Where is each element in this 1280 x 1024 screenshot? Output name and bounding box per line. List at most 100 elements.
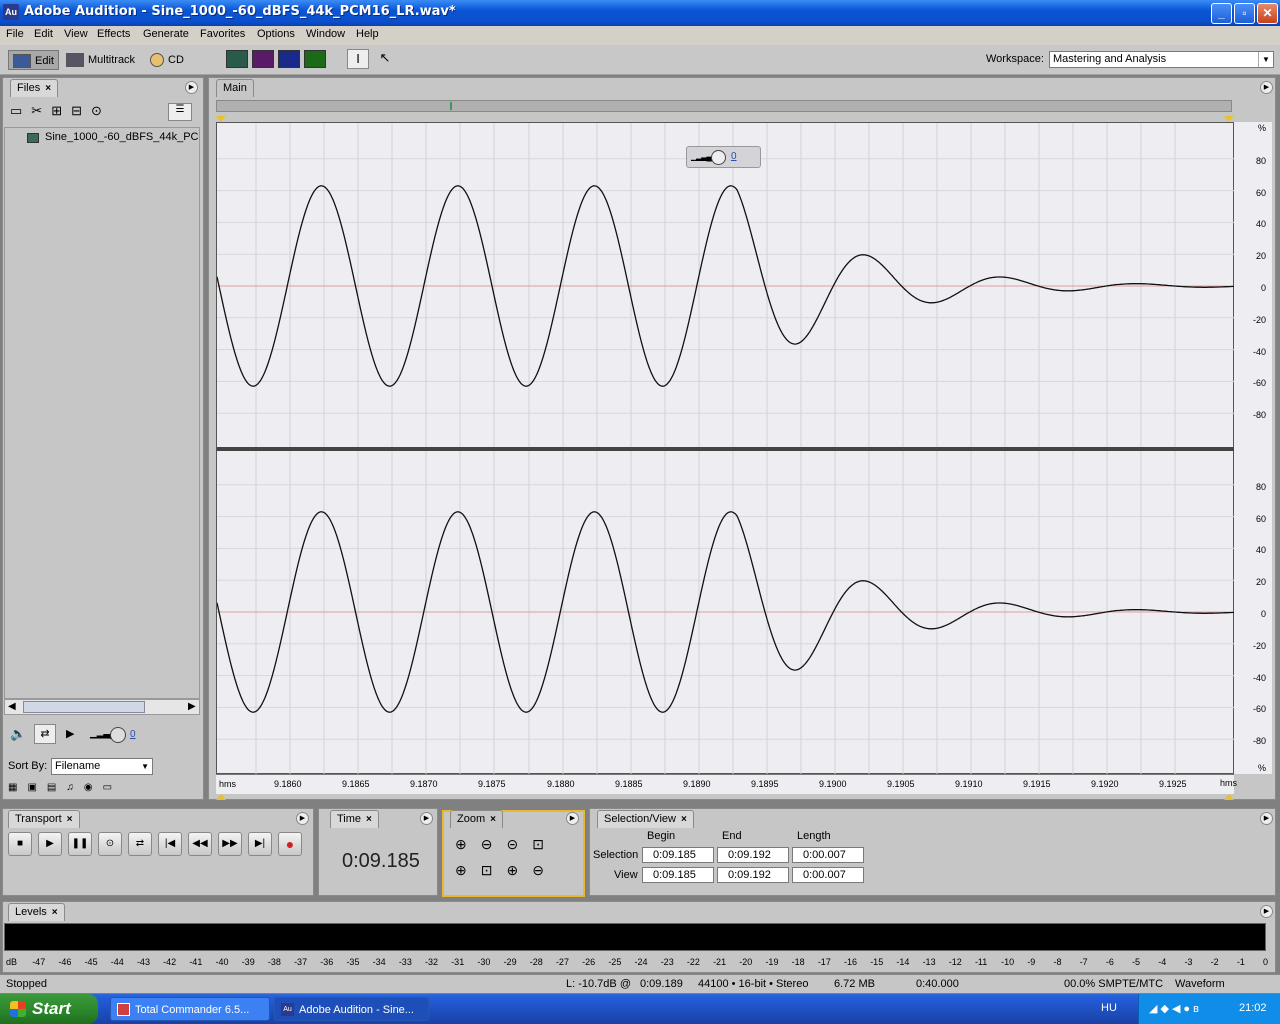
tab-selection-view[interactable]: Selection/View × — [597, 810, 694, 828]
stop-button[interactable]: ■ — [8, 832, 32, 856]
menu-file[interactable]: File — [6, 28, 24, 40]
taskbar-item-adobe-audition[interactable]: Au Adobe Audition - Sine... — [274, 997, 429, 1021]
menu-window[interactable]: Window — [306, 28, 345, 40]
panel-menu-icon[interactable]: ▶ — [1260, 812, 1273, 825]
sort-select[interactable]: Filename ▼ — [51, 758, 153, 775]
tab-time[interactable]: Time × — [330, 810, 379, 828]
shield-icon[interactable]: ◆ — [1160, 1003, 1171, 1015]
view-end-field[interactable]: 0:09.192 — [717, 867, 789, 883]
panel-menu-icon[interactable]: ▶ — [1260, 905, 1273, 918]
loop-icon[interactable]: ⇄ — [34, 724, 56, 744]
view-begin-field[interactable]: 0:09.185 — [642, 867, 714, 883]
tab-levels[interactable]: Levels × — [8, 903, 65, 921]
volume-value[interactable]: 0 — [130, 729, 136, 740]
list-item[interactable]: Sine_1000_-60_dBFS_44k_PCM — [45, 131, 199, 143]
view-length-field[interactable]: 0:00.007 — [792, 867, 864, 883]
cd-button[interactable]: CD — [150, 50, 184, 70]
close-icon[interactable]: × — [45, 83, 51, 94]
filter-options-icon[interactable]: ▭ — [103, 782, 122, 793]
close-icon[interactable]: × — [490, 814, 496, 825]
zoom-in-vertical-icon[interactable]: ⊕ — [506, 862, 532, 878]
menu-edit[interactable]: Edit — [34, 28, 53, 40]
selection-begin-field[interactable]: 0:09.185 — [642, 847, 714, 863]
tab-main[interactable]: Main — [216, 79, 254, 97]
close-icon[interactable]: × — [67, 814, 73, 825]
start-marker-bottom-icon[interactable] — [216, 794, 226, 800]
edit-file-icon[interactable]: ⊙ — [91, 103, 111, 118]
filter-preview-icon[interactable]: ◉ — [84, 782, 103, 793]
insert-multitrack-icon[interactable]: ⊞ — [51, 103, 71, 118]
filter-audio-icon[interactable]: ▦ — [8, 782, 27, 793]
clip-volume-widget[interactable]: ▁▂▃▄ 0 — [686, 146, 761, 168]
zoom-right-edge-icon[interactable]: ⊡ — [481, 862, 507, 878]
time-selection-tool-icon[interactable]: I — [347, 49, 369, 69]
tab-zoom[interactable]: Zoom × — [450, 810, 503, 828]
maximize-button[interactable]: ▫ — [1234, 3, 1255, 24]
phase-view-icon[interactable] — [304, 50, 326, 68]
taskbar-item-total-commander[interactable]: Total Commander 6.5... — [110, 997, 270, 1021]
waveform-svg[interactable] — [216, 123, 1236, 775]
close-icon[interactable]: × — [366, 814, 372, 825]
filter-loop-icon[interactable]: ▣ — [27, 782, 46, 793]
pause-button[interactable]: ❚❚ — [68, 832, 92, 856]
speaker-icon[interactable]: ◀ — [1172, 1003, 1183, 1015]
selection-length-field[interactable]: 0:00.007 — [792, 847, 864, 863]
files-scrollbar[interactable]: ◀ ▶ — [4, 699, 200, 715]
channel-divider[interactable] — [217, 447, 1235, 451]
minimize-button[interactable]: _ — [1211, 3, 1232, 24]
scroll-left-icon[interactable]: ◀ — [8, 701, 16, 712]
play-icon[interactable]: ▶ — [66, 727, 74, 740]
start-button[interactable]: Start — [0, 994, 98, 1024]
close-icon[interactable]: × — [52, 907, 58, 918]
close-button[interactable]: ✕ — [1257, 3, 1278, 24]
edit-view-button[interactable]: Edit — [8, 50, 59, 70]
waveform-view-icon[interactable] — [226, 50, 248, 68]
volume-knob-icon[interactable] — [711, 150, 726, 165]
panel-menu-icon[interactable]: ▶ — [420, 812, 433, 825]
filter-video-icon[interactable]: ▤ — [47, 782, 66, 793]
clip-volume-value[interactable]: 0 — [731, 151, 737, 162]
language-indicator[interactable]: HU — [1101, 1002, 1117, 1014]
network-icon[interactable]: ◢ — [1149, 1003, 1160, 1015]
show-options-icon[interactable]: ☰ — [168, 103, 192, 121]
panel-menu-icon[interactable]: ▶ — [566, 812, 579, 825]
open-file-icon[interactable]: ▭ — [10, 103, 31, 118]
panel-menu-icon[interactable]: ▶ — [296, 812, 309, 825]
scroll-thumb[interactable] — [23, 701, 145, 713]
menu-effects[interactable]: Effects — [97, 28, 130, 40]
zoom-out-vertical-icon[interactable]: ⊖ — [532, 862, 558, 878]
zoom-left-edge-icon[interactable]: ⊕ — [455, 862, 481, 878]
speaker-icon[interactable]: 🔈 — [10, 726, 26, 742]
tab-transport[interactable]: Transport × — [8, 810, 80, 828]
workspace-select[interactable]: Mastering and Analysis ▼ — [1049, 51, 1274, 68]
scroll-right-icon[interactable]: ▶ — [188, 701, 196, 712]
tab-files[interactable]: Files × — [10, 79, 59, 97]
go-to-start-button[interactable]: |◀ — [158, 832, 182, 856]
menu-help[interactable]: Help — [356, 28, 379, 40]
panel-menu-icon[interactable]: ▶ — [1260, 81, 1273, 94]
move-tool-icon[interactable]: ↖ — [375, 50, 395, 68]
menu-favorites[interactable]: Favorites — [200, 28, 245, 40]
menu-view[interactable]: View — [64, 28, 88, 40]
close-icon[interactable]: × — [681, 814, 687, 825]
menu-options[interactable]: Options — [257, 28, 295, 40]
panel-menu-icon[interactable]: ▶ — [185, 81, 198, 94]
pan-view-icon[interactable] — [278, 50, 300, 68]
antivirus-icon[interactable]: ● — [1183, 1003, 1193, 1015]
end-marker-bottom-icon[interactable] — [1224, 794, 1234, 800]
zoom-in-horizontal-icon[interactable]: ⊕ — [455, 836, 481, 852]
loop-button[interactable]: ⇄ — [128, 832, 152, 856]
filter-midi-icon[interactable]: ♫ — [66, 782, 84, 793]
bluetooth-icon[interactable]: ʙ — [1193, 1003, 1202, 1015]
record-button[interactable]: ● — [278, 832, 302, 856]
overview-bar[interactable] — [216, 100, 1232, 112]
selection-end-field[interactable]: 0:09.192 — [717, 847, 789, 863]
waveform-display[interactable] — [216, 122, 1236, 775]
time-ruler[interactable]: hms 9.1860 9.1865 9.1870 9.1875 9.1880 9.1885 9… — [216, 774, 1234, 794]
rewind-button[interactable]: ◀◀ — [188, 832, 212, 856]
volume-knob-icon[interactable] — [110, 727, 126, 743]
zoom-out-horizontal-icon[interactable]: ⊖ — [481, 836, 507, 852]
go-to-end-button[interactable]: ▶| — [248, 832, 272, 856]
title-bar[interactable]: Au Adobe Audition - Sine_1000_-60_dBFS_4… — [0, 0, 1280, 26]
close-file-icon[interactable]: ✂ — [31, 103, 51, 118]
